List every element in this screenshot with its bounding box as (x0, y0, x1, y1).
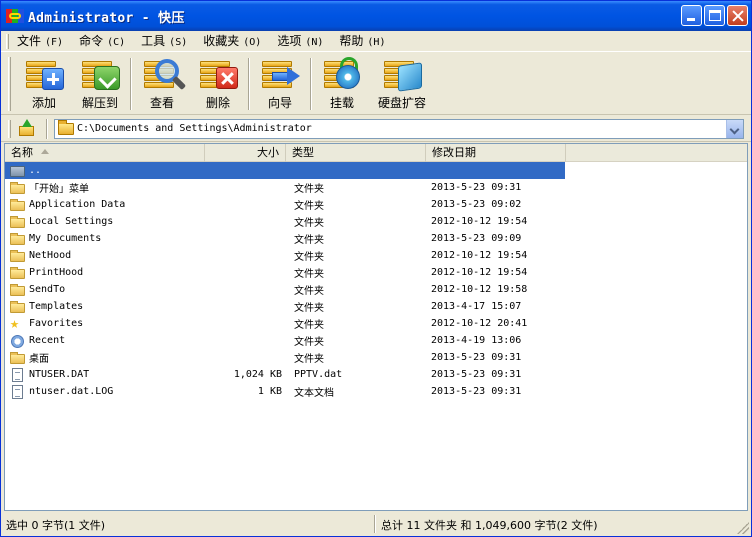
window-title: Administrator - 快压 (28, 10, 185, 26)
toolbar: 添加 解压到 查看 删除 向导 挂载 硬盘扩容 (1, 53, 751, 115)
table-row[interactable]: NTUSER.DAT 1,024 KB PPTV.dat 2013-5-23 0… (5, 366, 747, 383)
disk-expand-button[interactable]: 硬盘扩容 (370, 53, 434, 111)
menu-command[interactable]: 命令 (C) (71, 32, 133, 51)
sort-ascending-icon (41, 149, 49, 154)
toolbar-separator (310, 58, 312, 110)
app-logo-icon (6, 7, 24, 25)
folder-icon (10, 181, 26, 195)
view-button[interactable]: 查看 (134, 53, 190, 111)
column-header-modified[interactable]: 修改日期 (426, 144, 566, 162)
menu-help[interactable]: 帮助 (H) (331, 32, 393, 51)
extract-icon (80, 57, 120, 90)
mount-disc-icon (322, 57, 362, 90)
delete-icon (198, 57, 238, 90)
text-file-icon (10, 384, 26, 399)
wizard-button[interactable]: 向导 (252, 53, 308, 111)
up-folder-button[interactable] (16, 118, 38, 140)
table-row[interactable]: ★ Favorites 文件夹 2012-10-12 20:41 (5, 315, 747, 332)
folder-icon (10, 300, 26, 314)
folder-icon (10, 249, 26, 263)
menu-file[interactable]: 文件 (F) (9, 32, 71, 51)
table-row[interactable]: My Documents 文件夹 2013-5-23 09:09 (5, 230, 747, 247)
folder-icon (58, 119, 74, 135)
toolbar-separator (248, 58, 250, 110)
folder-icon (10, 266, 26, 280)
extract-to-button[interactable]: 解压到 (72, 53, 128, 111)
my-documents-folder-icon (10, 232, 26, 246)
table-row[interactable]: 桌面 文件夹 2013-5-23 09:31 (5, 349, 747, 366)
folder-icon (10, 283, 26, 297)
column-header-type[interactable]: 类型 (286, 144, 426, 162)
status-total: 总计 11 文件夹 和 1,049,600 字节(2 文件) (381, 519, 598, 532)
add-button[interactable]: 添加 (16, 53, 72, 111)
file-rows: .. 「开始」菜单 文件夹 2013-5-23 09:31 Applicatio… (5, 162, 747, 400)
status-selected: 选中 0 字节(1 文件) (6, 519, 106, 532)
folder-icon (10, 215, 26, 229)
app-window: Administrator - 快压 文件 (F) 命令 (C) 工具 (S) 收藏夹… (0, 0, 752, 537)
file-list[interactable]: 名称 大小 类型 修改日期 .. 「开始」菜单 文件夹 2013-5-23 09… (4, 143, 748, 511)
parent-folder-icon (10, 164, 26, 178)
menu-tools[interactable]: 工具 (S) (133, 32, 195, 51)
folder-icon (10, 198, 26, 212)
address-path: C:\Documents and Settings\Administrator (77, 123, 312, 134)
title-bar[interactable]: Administrator - 快压 (1, 1, 751, 31)
table-row[interactable]: Recent 文件夹 2013-4-19 13:06 (5, 332, 747, 349)
table-row[interactable]: SendTo 文件夹 2012-10-12 19:58 (5, 281, 747, 298)
toolbar-separator (130, 58, 132, 110)
list-header: 名称 大小 类型 修改日期 (5, 144, 747, 162)
magnifier-icon (142, 57, 187, 91)
maximize-icon (709, 10, 721, 21)
table-row[interactable]: Templates 文件夹 2013-4-17 15:07 (5, 298, 747, 315)
status-bar: 选中 0 字节(1 文件) 总计 11 文件夹 和 1,049,600 字节(2… (1, 512, 751, 536)
address-combobox[interactable]: C:\Documents and Settings\Administrator (54, 118, 744, 139)
resize-grip-icon[interactable] (737, 522, 749, 534)
minimize-button[interactable] (681, 5, 702, 26)
table-row[interactable]: NetHood 文件夹 2012-10-12 19:54 (5, 247, 747, 264)
delete-button[interactable]: 删除 (190, 53, 246, 111)
address-dropdown-button[interactable] (726, 119, 743, 138)
table-row[interactable]: PrintHood 文件夹 2012-10-12 19:54 (5, 264, 747, 281)
file-icon (10, 367, 26, 382)
table-row[interactable]: ntuser.dat.LOG 1 KB 文本文档 2013-5-23 09:31 (5, 383, 747, 400)
recent-clock-icon (10, 334, 26, 348)
menu-bar: 文件 (F) 命令 (C) 工具 (S) 收藏夹 (O) 选项 (N) 帮助 (H) (1, 31, 751, 52)
close-button[interactable] (727, 5, 748, 26)
folder-icon (10, 351, 26, 365)
table-row[interactable]: .. (5, 162, 565, 179)
toolbar-grip[interactable] (8, 57, 11, 111)
wizard-arrow-icon (260, 57, 300, 90)
address-grip[interactable] (8, 119, 11, 138)
menu-favorites[interactable]: 收藏夹 (O) (195, 32, 269, 51)
mount-button[interactable]: 挂载 (314, 53, 370, 111)
add-archive-icon (24, 57, 64, 90)
table-row[interactable]: Application Data 文件夹 2013-5-23 09:02 (5, 196, 747, 213)
table-row[interactable]: Local Settings 文件夹 2012-10-12 19:54 (5, 213, 747, 230)
maximize-button[interactable] (704, 5, 725, 26)
folder-up-icon (19, 125, 34, 136)
address-bar: C:\Documents and Settings\Administrator (1, 116, 751, 142)
column-header-size[interactable]: 大小 (205, 144, 286, 162)
column-header-name[interactable]: 名称 (5, 144, 205, 162)
table-row[interactable]: 「开始」菜单 文件夹 2013-5-23 09:31 (5, 179, 747, 196)
minimize-icon (687, 18, 695, 21)
disk-expand-icon (382, 57, 422, 92)
star-icon: ★ (10, 313, 20, 332)
menu-options[interactable]: 选项 (N) (269, 32, 331, 51)
